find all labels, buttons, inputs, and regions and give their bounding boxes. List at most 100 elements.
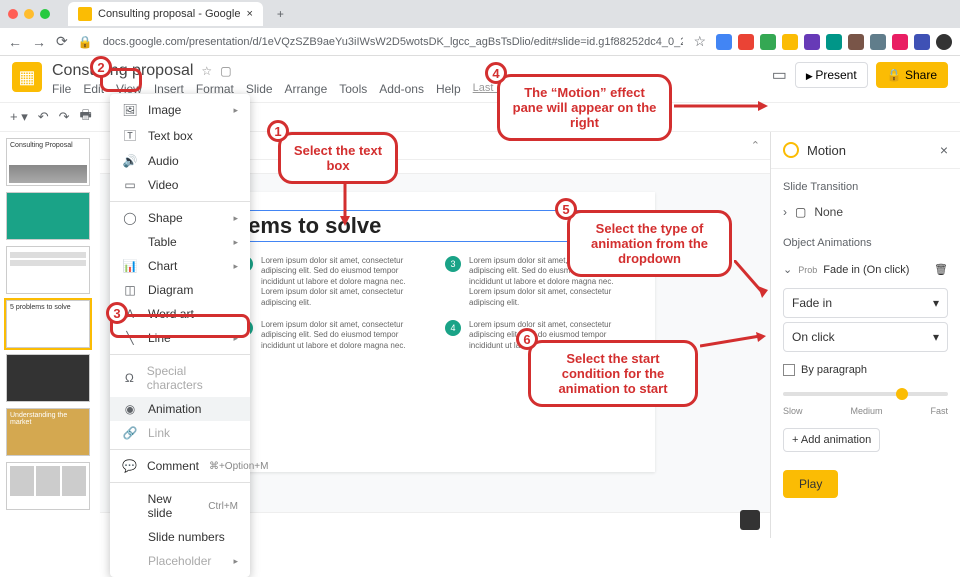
present-fullscreen-button[interactable] [740,510,760,530]
slide-thumbnails: Consulting Proposal 5 problems to solve … [0,132,100,538]
url-text[interactable]: docs.google.com/presentation/d/1eVQzSZB9… [103,36,684,48]
menu-table[interactable]: Table▸ [110,230,250,254]
by-paragraph-checkbox[interactable]: By paragraph [771,356,960,384]
motion-pane: Motion × Slide Transition › ▢ None Objec… [770,132,960,538]
play-button[interactable]: Play [783,470,838,498]
star-icon[interactable]: ☆ [693,33,706,50]
animation-type-dropdown[interactable]: Fade in▾ [783,288,948,318]
slides-app-icon[interactable]: ▦ [12,62,42,92]
thumb-4-selected[interactable]: 5 problems to solve [6,300,90,348]
undo-button[interactable]: ↶ [38,109,49,125]
menu-line[interactable]: ╲Line▸ [110,326,250,350]
menu-diagram[interactable]: ◫Diagram [110,278,250,302]
present-button[interactable]: Present [795,62,868,88]
doc-title[interactable]: Consulting proposal [52,62,193,80]
menu-tools[interactable]: Tools [339,82,367,96]
address-bar: ← → ⟳ 🔒 docs.google.com/presentation/d/1… [0,28,960,56]
ext-icon[interactable] [738,34,754,50]
image-icon: 🖼 [122,103,138,117]
object-animations-label: Object Animations [771,225,960,255]
transition-value: None [814,205,843,219]
thumb-5[interactable] [6,354,90,402]
collapse-toolbar-icon[interactable]: ⌃ [751,139,760,152]
arrow-6 [700,332,770,352]
browser-tab[interactable]: Consulting proposal - Google × [68,2,263,26]
menu-comment[interactable]: 💬Comment⌘+Option+M [110,454,250,478]
menu-slide[interactable]: Slide [246,82,273,96]
ext-icon[interactable] [804,34,820,50]
ext-icon[interactable] [892,34,908,50]
callout-1: Select the text box [278,132,398,184]
menu-addons[interactable]: Add-ons [379,82,424,96]
min-dot[interactable] [24,9,34,19]
animation-row[interactable]: ⌄ Prob Fade in (On click) 🗑 [771,255,960,284]
menu-animation[interactable]: ◉Animation [110,397,250,421]
move-doc-icon[interactable]: ▢ [220,64,231,78]
print-button[interactable]: 🖶 [80,106,92,128]
ext-icon[interactable] [870,34,886,50]
callout-badge-2: 2 [90,56,112,78]
start-condition-dropdown[interactable]: On click▾ [783,322,948,352]
slider-handle[interactable] [896,388,908,400]
callout-badge-6: 6 [516,328,538,350]
ext-icon[interactable] [914,34,930,50]
speed-slider[interactable] [783,392,948,396]
audio-icon: 🔊 [122,154,138,168]
ext-icon[interactable] [716,34,732,50]
redo-button[interactable]: ↷ [59,109,70,125]
ext-icon[interactable] [782,34,798,50]
menu-textbox[interactable]: 🅃Text box [110,122,250,149]
menu-image[interactable]: 🖼Image▸ [110,98,250,122]
motion-title: Motion [807,143,932,158]
ext-icon[interactable] [760,34,776,50]
chevron-down-icon: ▾ [933,330,939,344]
callout-badge-1: 1 [267,120,289,142]
ext-icon[interactable] [826,34,842,50]
menu-edit[interactable]: Edit [83,82,104,96]
tab-title: Consulting proposal - Google [98,8,240,20]
add-animation-button[interactable]: + Add animation [783,428,880,452]
share-button[interactable]: 🔒 Share [876,62,948,88]
slides-favicon [78,7,92,21]
menu-file[interactable]: File [52,82,71,96]
max-dot[interactable] [40,9,50,19]
back-icon[interactable]: ← [8,34,22,50]
tab-close-icon[interactable]: × [246,8,252,20]
comments-icon[interactable]: ▭ [772,65,787,85]
lorem-text: Lorem ipsum dolor sit amet, consectetur … [261,256,425,308]
delete-anim-icon[interactable]: 🗑 [934,263,948,276]
motion-icon [783,142,799,158]
new-tab-button[interactable]: + [277,7,284,21]
chart-icon: 📊 [122,259,138,273]
thumb-1[interactable]: Consulting Proposal [6,138,90,186]
menu-help[interactable]: Help [436,82,461,96]
menu-chart[interactable]: 📊Chart▸ [110,254,250,278]
ext-icon[interactable] [848,34,864,50]
callout-badge-5: 5 [555,198,577,220]
thumb-2[interactable] [6,192,90,240]
close-icon[interactable]: × [940,142,948,158]
thumb-3[interactable] [6,246,90,294]
transition-row[interactable]: › ▢ None [771,199,960,225]
arrow-1 [335,178,355,228]
close-dot[interactable] [8,9,18,19]
insert-menu-dropdown: 🖼Image▸ 🅃Text box 🔊Audio ▭Video ◯Shape▸ … [110,94,250,577]
menu-audio[interactable]: 🔊Audio [110,149,250,173]
menu-shape[interactable]: ◯Shape▸ [110,206,250,230]
profile-avatar[interactable] [936,34,952,50]
menu-arrange[interactable]: Arrange [285,82,328,96]
lock-icon: 🔒 [78,35,93,49]
thumb-6[interactable]: Understanding the market [6,408,90,456]
menu-video[interactable]: ▭Video [110,173,250,197]
menu-slide-numbers[interactable]: Slide numbers [110,525,250,549]
bullet-num: 3 [445,256,461,272]
new-slide-button[interactable]: + ▾ [10,109,28,125]
forward-icon[interactable]: → [32,34,46,50]
menu-new-slide[interactable]: New slideCtrl+M [110,487,250,525]
reload-icon[interactable]: ⟳ [56,33,68,50]
menu-wordart[interactable]: AWord art [110,302,250,326]
slide-transition-label: Slide Transition [771,169,960,199]
thumb-7[interactable] [6,462,90,510]
star-doc-icon[interactable]: ☆ [201,64,212,78]
chevron-down-icon: ⌄ [783,263,792,276]
